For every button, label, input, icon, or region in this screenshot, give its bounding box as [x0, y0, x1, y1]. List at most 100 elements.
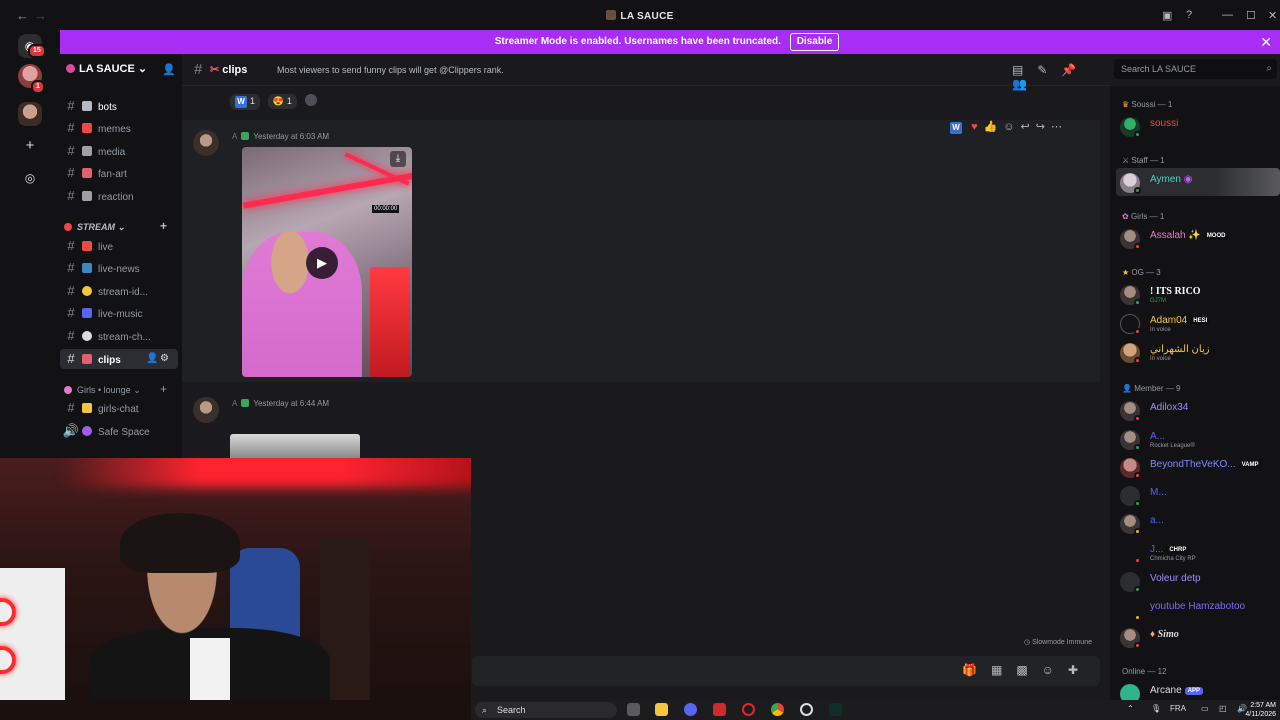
- server-name: LA SAUCE: [79, 63, 135, 75]
- member-row[interactable]: Aymen ◉: [1120, 171, 1280, 195]
- opera-gx-icon[interactable]: [742, 703, 755, 716]
- add-channel-icon[interactable]: +: [160, 219, 167, 233]
- channel-fan-art[interactable]: # fan-art: [60, 163, 182, 183]
- close-banner-icon[interactable]: ✕: [1260, 30, 1272, 54]
- more-icon[interactable]: ⋯: [1051, 121, 1068, 133]
- member-row[interactable]: Assalah ✨ MOOD: [1120, 227, 1280, 251]
- member-row[interactable]: M...: [1120, 484, 1280, 508]
- settings-gear-icon[interactable]: ⚙: [160, 349, 169, 369]
- channel-stream-ideas[interactable]: # stream-id...: [60, 281, 182, 301]
- channel-emoji-icon: [82, 263, 92, 273]
- member-row[interactable]: Arcane APP: [1120, 682, 1280, 700]
- sticker-icon[interactable]: ▩: [1016, 663, 1041, 677]
- message-composer[interactable]: 🎁▦▩☺✚: [472, 656, 1100, 686]
- search-icon: ⌕: [1266, 63, 1272, 74]
- avatar[interactable]: [193, 397, 219, 423]
- system-clock[interactable]: 2:57 AM 4/11/2026: [1236, 701, 1276, 719]
- search-icon: ⌕: [482, 705, 488, 715]
- server-header[interactable]: LA SAUCE ⌄ 👤: [66, 62, 176, 76]
- member-row[interactable]: Adam04 HESI In voice: [1120, 312, 1280, 336]
- minimize-icon[interactable]: —: [1222, 9, 1233, 21]
- file-explorer-icon[interactable]: [655, 703, 668, 716]
- add-channel-icon[interactable]: +: [160, 382, 167, 396]
- channel-label: memes: [98, 124, 131, 135]
- author-name[interactable]: A: [232, 132, 237, 141]
- channel-memes[interactable]: # memes: [60, 118, 182, 138]
- channel-reaction[interactable]: # reaction: [60, 186, 182, 206]
- member-row[interactable]: Voleur detp: [1120, 570, 1280, 594]
- member-row[interactable]: زيان الشهراني In voice: [1120, 341, 1280, 365]
- member-row[interactable]: youtube Hamzabotoo: [1120, 598, 1280, 622]
- category-label: STREAM: [77, 222, 115, 232]
- member-row[interactable]: a...: [1120, 512, 1280, 536]
- reply-icon[interactable]: ↩: [1021, 121, 1036, 133]
- video-attachment[interactable]: [230, 434, 360, 458]
- inbox-icon[interactable]: ▣: [1162, 9, 1172, 22]
- tray-chevron-icon[interactable]: ⌃: [1127, 704, 1134, 713]
- reaction-heart-eyes[interactable]: 😍 1: [267, 94, 297, 109]
- member-row[interactable]: ♦ Simo: [1120, 626, 1280, 650]
- search-input[interactable]: Search LA SAUCE ⌕: [1114, 59, 1277, 79]
- channel-media[interactable]: # media: [60, 141, 182, 161]
- video-attachment[interactable]: 00:00:00 ▶ ⤓: [242, 147, 412, 377]
- gift-icon[interactable]: 🎁: [962, 663, 991, 677]
- taskbar-search[interactable]: ⌕ Search: [475, 702, 617, 718]
- download-icon[interactable]: ⤓: [390, 151, 406, 167]
- task-view-icon[interactable]: [627, 703, 640, 716]
- invite-icon[interactable]: 👤: [146, 349, 158, 369]
- close-window-icon[interactable]: ✕: [1268, 9, 1277, 22]
- notifications-muted-icon[interactable]: ✎: [1037, 63, 1061, 77]
- help-icon[interactable]: ?: [1186, 9, 1192, 21]
- channel-stream-chat[interactable]: # stream-ch...: [60, 326, 182, 346]
- status-dot: [1134, 357, 1141, 364]
- la-sauce-server-icon[interactable]: [18, 102, 42, 126]
- forward-icon[interactable]: ↪: [1036, 121, 1051, 133]
- discover-icon[interactable]: ◎: [18, 166, 42, 190]
- add-reaction-icon[interactable]: [304, 94, 317, 106]
- channel-safe-space[interactable]: 🔊 Safe Space: [60, 421, 182, 441]
- channel-live[interactable]: # live: [60, 236, 182, 256]
- app-icon[interactable]: [829, 703, 842, 716]
- channel-girls-chat[interactable]: # girls-chat: [60, 398, 182, 418]
- channel-clips[interactable]: # clips 👤 ⚙: [60, 349, 178, 369]
- discord-taskbar-icon[interactable]: [684, 703, 697, 716]
- category-stream[interactable]: STREAM ⌄ +: [64, 219, 167, 233]
- thumbs-up-icon[interactable]: 👍: [984, 121, 1004, 133]
- avatar[interactable]: [193, 130, 219, 156]
- gif-icon[interactable]: ▦: [991, 663, 1016, 677]
- status-dot: [1134, 243, 1141, 250]
- amd-icon[interactable]: [713, 703, 726, 716]
- channel-live-news[interactable]: # live-news: [60, 258, 182, 278]
- heart-reaction-icon[interactable]: ♥: [971, 121, 984, 133]
- member-row[interactable]: ! ITS RICO GJ7M: [1120, 283, 1280, 307]
- add-server-icon[interactable]: +: [18, 134, 42, 158]
- pin-icon[interactable]: 📌: [1061, 63, 1090, 77]
- disable-streamer-mode-button[interactable]: Disable: [789, 33, 840, 51]
- display-icon[interactable]: ▭: [1201, 704, 1209, 713]
- member-row[interactable]: Adilox34: [1120, 399, 1280, 423]
- network-icon[interactable]: ◰: [1219, 704, 1227, 713]
- author-name[interactable]: A: [232, 399, 237, 408]
- member-row[interactable]: BeyondTheVeKO... VAMP: [1120, 456, 1280, 480]
- obs-icon[interactable]: [800, 703, 813, 716]
- channel-live-music[interactable]: # live-music: [60, 303, 182, 323]
- invite-people-icon[interactable]: 👤: [162, 63, 176, 76]
- threads-icon[interactable]: ▤: [1012, 63, 1037, 77]
- channel-bots[interactable]: # bots: [60, 96, 182, 116]
- member-row[interactable]: J... CHRP Chmicha City RP: [1120, 541, 1280, 565]
- play-icon[interactable]: ▶: [306, 247, 338, 279]
- language-indicator[interactable]: FRA: [1170, 704, 1186, 713]
- emoji-icon[interactable]: ☺: [1042, 663, 1068, 677]
- microphone-icon[interactable]: 🎙: [1151, 704, 1161, 713]
- group-label: OG — 3: [1131, 268, 1161, 277]
- member-row[interactable]: A... Rocket League®: [1120, 428, 1280, 452]
- add-reaction-icon[interactable]: ☺: [1003, 121, 1020, 133]
- chrome-icon[interactable]: [771, 703, 784, 716]
- category-girls[interactable]: Girls • lounge ⌄ +: [64, 382, 167, 396]
- reaction-w[interactable]: W1: [230, 94, 261, 110]
- apps-icon[interactable]: ✚: [1068, 663, 1092, 677]
- maximize-icon[interactable]: ☐: [1246, 9, 1256, 22]
- member-row[interactable]: soussi: [1120, 115, 1280, 139]
- status-dot: [1134, 614, 1141, 621]
- w-emoji-icon[interactable]: W: [950, 122, 962, 134]
